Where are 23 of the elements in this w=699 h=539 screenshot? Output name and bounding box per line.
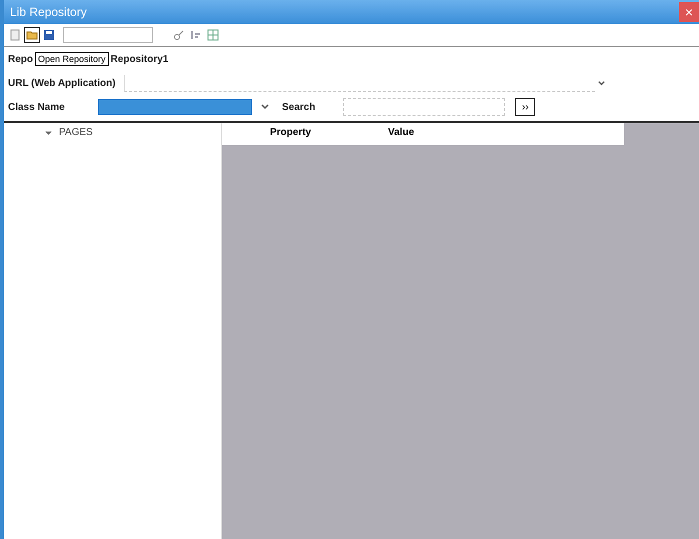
caret-icon[interactable] [260,102,270,112]
tooltip: Open Repository [35,52,109,66]
search-field[interactable] [343,98,506,116]
search-button[interactable]: ›› [515,98,536,116]
window-title: Lib Repository [10,5,87,19]
column-header[interactable]: Property [222,123,340,145]
save-icon[interactable] [42,28,56,42]
grid-icon[interactable] [206,28,220,42]
toolbar-field[interactable] [63,27,153,43]
search-label: Search [282,102,316,112]
class-name-label: Class Name [8,102,66,112]
caret-icon[interactable] [596,78,606,88]
url-field[interactable] [124,74,595,92]
sort-icon[interactable] [189,28,203,42]
url-label: URL (Web Application) [8,78,116,88]
repo-value: Repository1 [110,54,168,64]
repo-label: Repo [8,54,33,64]
column-header[interactable]: Value [340,123,458,145]
key-icon[interactable] [172,28,186,42]
close-button[interactable]: × [679,2,699,22]
folder-icon[interactable] [25,28,39,42]
tree-item[interactable]: PAGES [44,127,221,138]
page-icon[interactable] [8,28,22,42]
